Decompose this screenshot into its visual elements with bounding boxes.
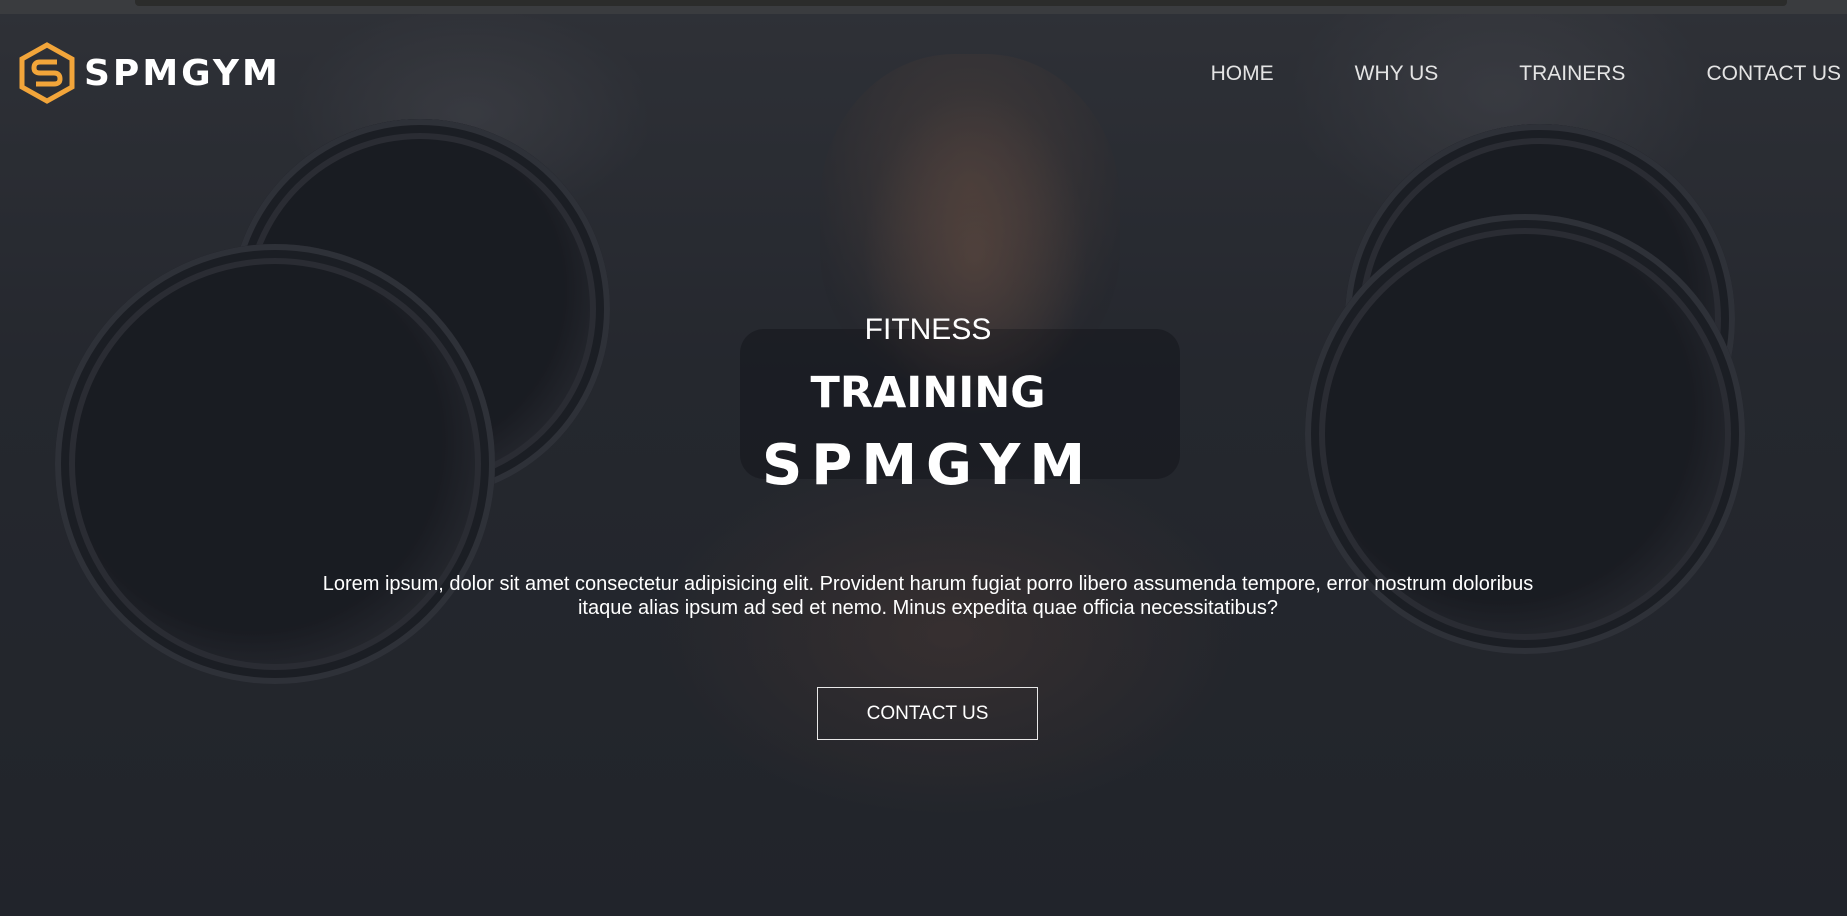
hero-description: Lorem ipsum, dolor sit amet consectetur … [322, 573, 1534, 619]
contact-us-button[interactable]: CONTACT US [817, 687, 1038, 740]
browser-address-strip [135, 0, 1787, 6]
brand-name: SPMGYM [84, 52, 281, 94]
hero-subtitle-training: TRAINING [810, 368, 1046, 418]
hero-subtitle-fitness: FITNESS [864, 313, 992, 346]
browser-chrome-strip [0, 0, 1847, 14]
nav-item-contact-us[interactable]: CONTACT US [1706, 62, 1841, 86]
hexagon-s-logo-icon [19, 42, 75, 104]
site-logo[interactable]: SPMGYM [16, 42, 281, 104]
main-nav: HOME WHY US TRAINERS CONTACT US [1130, 62, 1841, 86]
nav-item-home[interactable]: HOME [1211, 62, 1274, 86]
hero-title: SPMGYM [761, 433, 1095, 498]
nav-item-why-us[interactable]: WHY US [1355, 62, 1439, 86]
nav-item-trainers[interactable]: TRAINERS [1519, 62, 1625, 86]
